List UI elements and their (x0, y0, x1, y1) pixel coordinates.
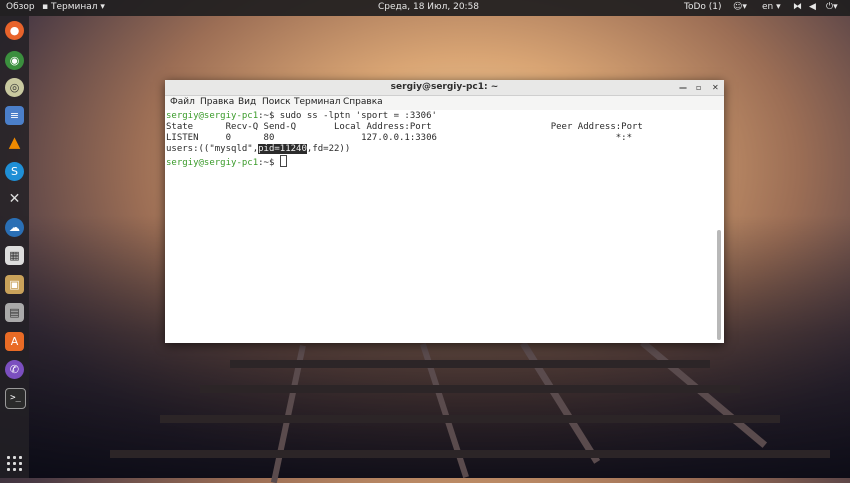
terminal-line: LISTEN 0 80 127.0.0.1:3306 *:* (166, 133, 632, 143)
terminal-line: users:(("mysqld",pid=11240,fd=22)) (166, 144, 350, 155)
terminal-line: sergiy@sergiy-pc1:~$ (166, 155, 287, 169)
menu-search[interactable]: Поиск (262, 97, 291, 107)
menu-edit[interactable]: Правка (200, 97, 234, 107)
output-text: users:(("mysqld", (166, 144, 259, 154)
scrollbar[interactable] (717, 230, 721, 340)
accessibility-icon[interactable]: ☺▾ (733, 2, 747, 12)
terminal-output[interactable]: sergiy@sergiy-pc1:~$ sudo ss -lptn 'spor… (166, 111, 714, 343)
selected-text: pid=11240 (258, 144, 307, 154)
skype-icon[interactable]: S (5, 162, 24, 181)
volume-icon[interactable]: ◀ (809, 2, 816, 12)
tools-icon[interactable]: ✕ (5, 190, 24, 209)
menu-terminal[interactable]: Терминал (294, 97, 341, 107)
close-icon[interactable]: ✕ (712, 80, 719, 95)
todo-indicator[interactable]: ToDo (1) (684, 2, 722, 12)
show-applications-icon[interactable] (7, 456, 22, 471)
cd-player-icon[interactable]: ◎ (5, 78, 24, 97)
firefox-icon[interactable]: ● (5, 21, 24, 40)
chevron-down-icon: ▾ (100, 2, 105, 12)
chevron-down-icon: ▾ (776, 2, 781, 12)
vlc-icon[interactable]: ▲ (5, 133, 24, 152)
keyboard-layout-label: en (762, 2, 774, 12)
keyboard-layout[interactable]: en ▾ (762, 2, 781, 12)
menu-bar: Файл Правка Вид Поиск Терминал Справка (165, 96, 724, 110)
viber-icon[interactable]: ✆ (5, 360, 24, 379)
app-menu-button[interactable]: ▪ Терминал ▾ (42, 2, 105, 12)
terminal-icon[interactable]: >_ (5, 388, 26, 409)
window-titlebar[interactable]: sergiy@sergiy-pc1: ~ — ▫ ✕ (165, 80, 724, 96)
app-menu-label: Терминал (50, 2, 98, 12)
output-text: ,fd=22)) (306, 144, 351, 154)
dock: ● ◉ ◎ ≡ ▲ S ✕ ☁ ▦ ▣ ▤ A ✆ >_ (0, 16, 29, 478)
overview-button[interactable]: Обзор (6, 2, 35, 12)
command-text: :~$ sudo ss -lptn 'sport = :3306' (258, 111, 437, 121)
text-document-icon[interactable]: ≡ (5, 106, 24, 125)
menu-help[interactable]: Справка (343, 97, 383, 107)
image-viewer-icon[interactable]: ▣ (5, 275, 24, 294)
window-title: sergiy@sergiy-pc1: ~ (390, 82, 499, 92)
command-text: :~$ (258, 158, 280, 168)
network-icon[interactable]: ⧓ (793, 2, 802, 12)
terminal-line: sergiy@sergiy-pc1:~$ sudo ss -lptn 'spor… (166, 111, 437, 122)
shell-prompt: sergiy@sergiy-pc1 (166, 111, 259, 121)
terminal-small-icon: ▪ (42, 2, 49, 12)
menu-file[interactable]: Файл (170, 97, 195, 107)
terminal-window: sergiy@sergiy-pc1: ~ — ▫ ✕ Файл Правка В… (165, 80, 724, 343)
minimize-icon[interactable]: — (679, 80, 687, 95)
terminal-line: State Recv-Q Send-Q Local Address:Port P… (166, 122, 643, 132)
shell-prompt: sergiy@sergiy-pc1 (166, 158, 259, 168)
cloud-app-icon[interactable]: ☁ (5, 218, 24, 237)
menu-view[interactable]: Вид (238, 97, 256, 107)
text-cursor (279, 155, 287, 167)
chrome-icon[interactable]: ◉ (5, 51, 24, 70)
clock[interactable]: Среда, 18 Июл, 20:58 (378, 2, 479, 12)
power-icon[interactable]: ⏻▾ (826, 2, 838, 12)
calculator-icon[interactable]: ▦ (5, 246, 24, 265)
software-center-icon[interactable]: A (5, 332, 24, 351)
maximize-icon[interactable]: ▫ (696, 80, 701, 95)
disk-utility-icon[interactable]: ▤ (5, 303, 24, 322)
top-bar: Обзор ▪ Терминал ▾ Среда, 18 Июл, 20:58 … (0, 0, 850, 16)
